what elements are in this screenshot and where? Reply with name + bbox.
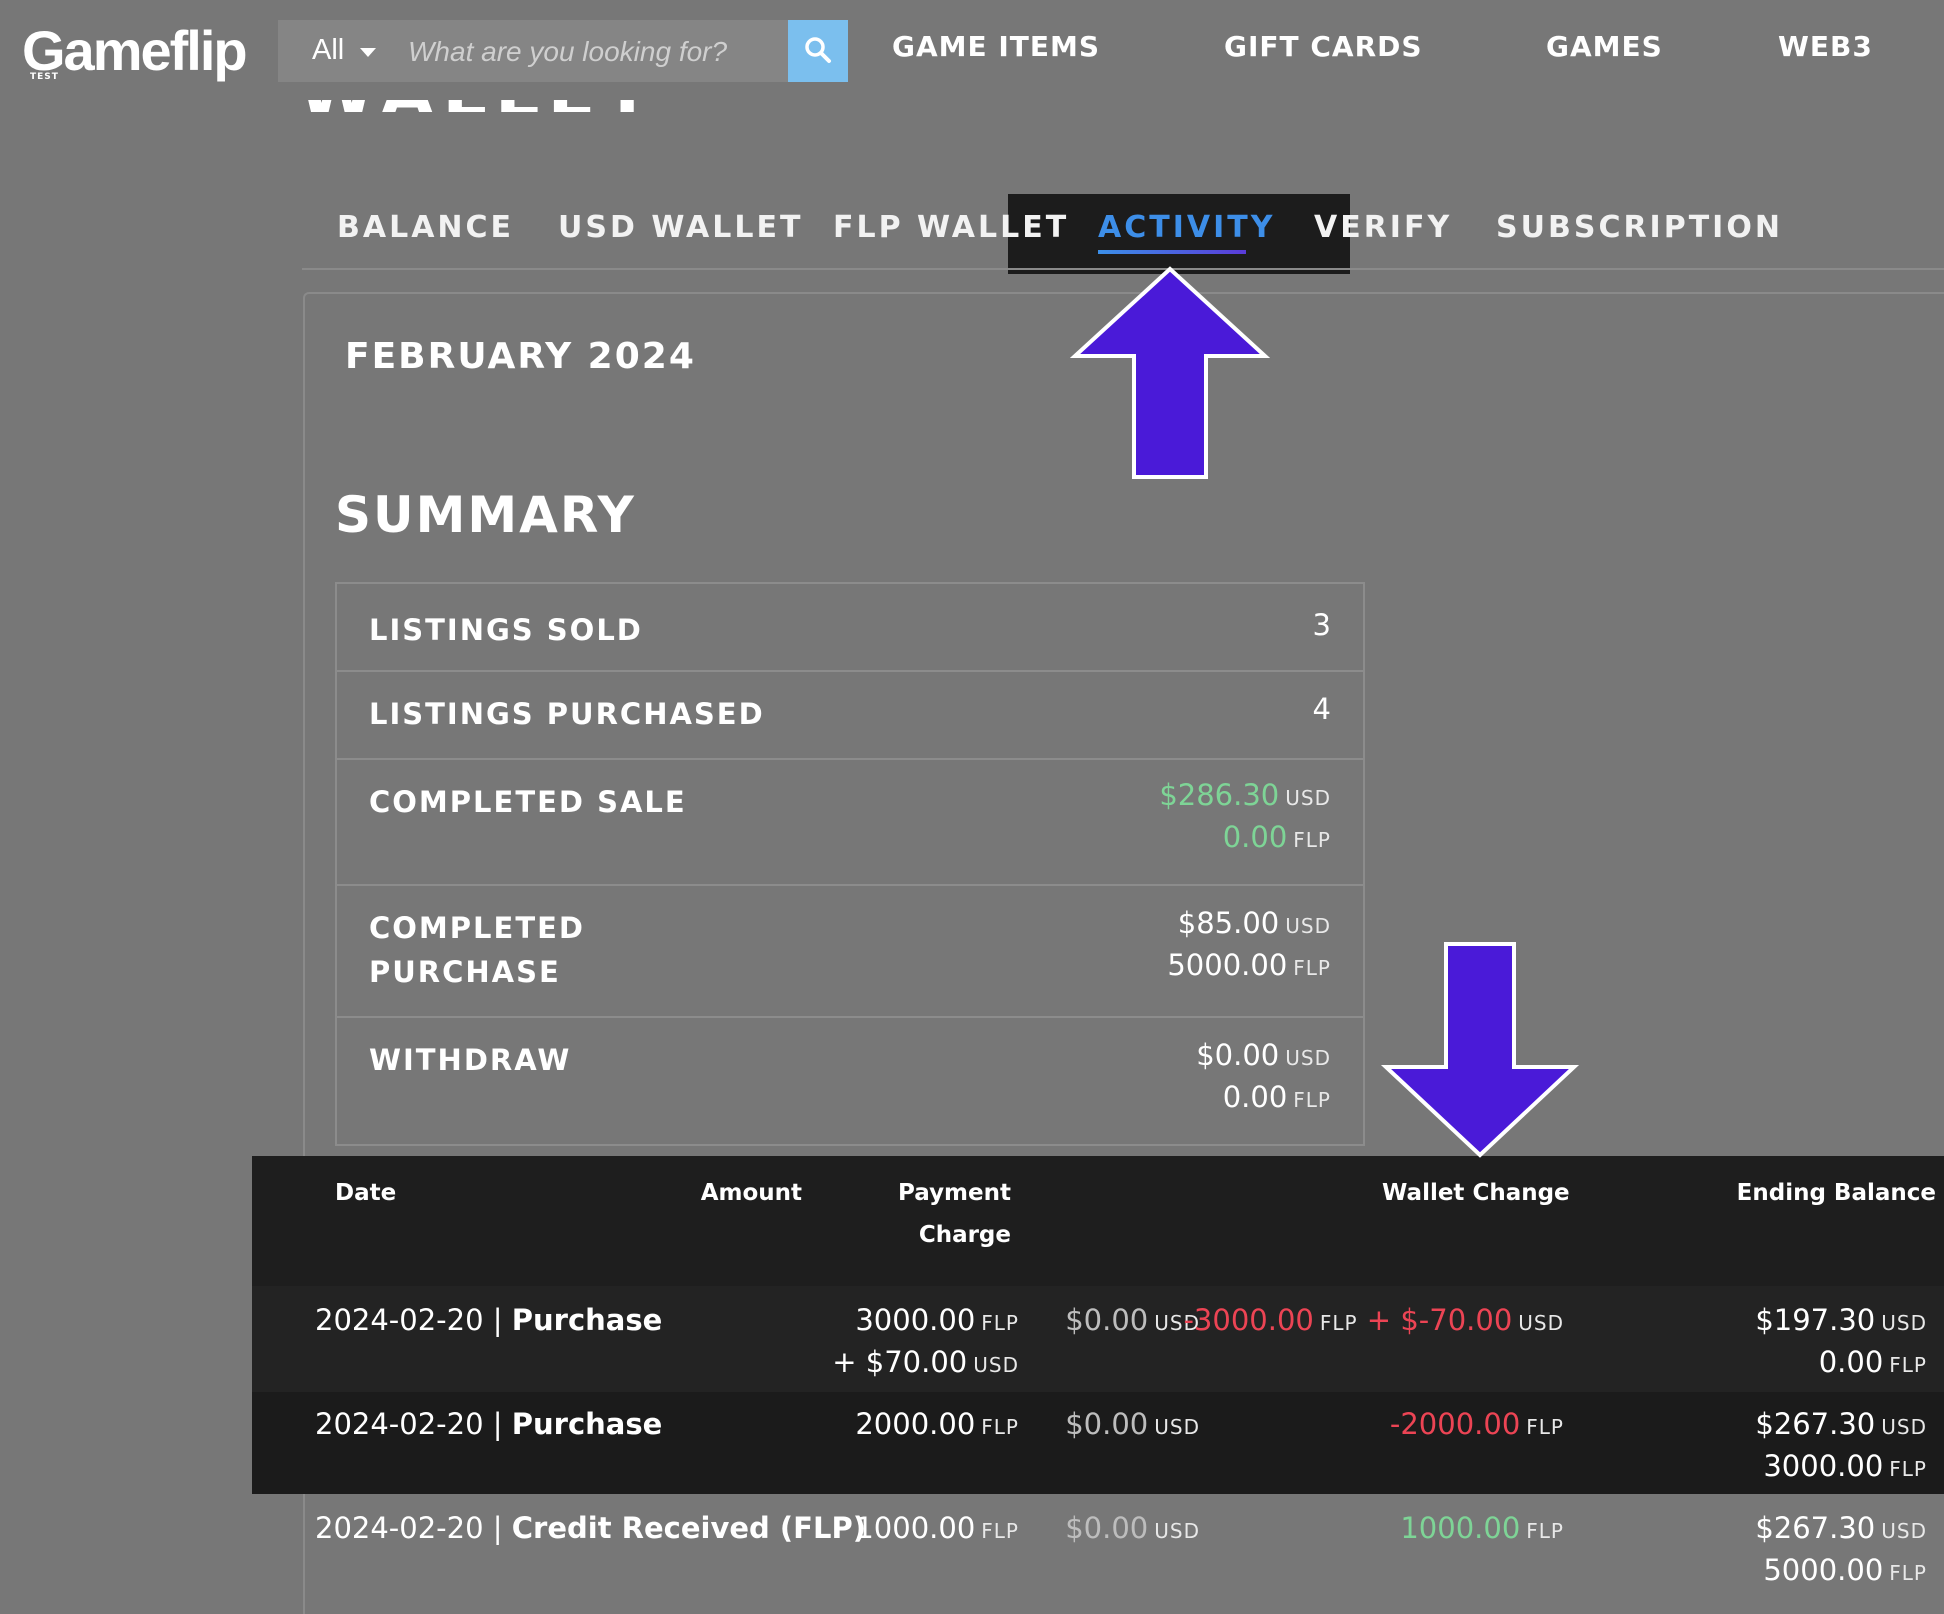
page-title: WALLET bbox=[298, 100, 658, 112]
search-category-select[interactable]: All bbox=[312, 34, 344, 67]
summary-label: COMPLETED SALE bbox=[369, 785, 687, 819]
row-end-flp: 5000.00 FLP bbox=[1763, 1553, 1927, 1587]
summary-row-listings-purchased: LISTINGS PURCHASED 4 bbox=[337, 672, 1363, 760]
active-tab-underline bbox=[1098, 250, 1246, 254]
down-arrow-icon bbox=[1380, 942, 1580, 1158]
row-payment: $0.00 USD bbox=[1065, 1303, 1200, 1337]
tab-subscription[interactable]: SUBSCRIPTION bbox=[1496, 210, 1783, 245]
summary-value-usd: $85.00 USD bbox=[1177, 906, 1331, 940]
summary-row-listings-sold: LISTINGS SOLD 3 bbox=[337, 584, 1363, 672]
row-amount-flp: 2000.00 FLP bbox=[855, 1407, 1019, 1441]
row-amount-flp: 3000.00 FLP bbox=[855, 1303, 1019, 1337]
row-wallet-change: -2000.00 FLP bbox=[1389, 1407, 1564, 1441]
summary-row-withdraw: WITHDRAW $0.00 USD 0.00 FLP bbox=[337, 1018, 1363, 1142]
search-input[interactable] bbox=[406, 30, 750, 74]
col-payment-charge: Payment bbox=[898, 1180, 1011, 1206]
logo-test-badge: TEST bbox=[30, 72, 59, 82]
tab-activity[interactable]: ACTIVITY bbox=[1098, 210, 1275, 245]
summary-value-flp: 5000.00 FLP bbox=[1167, 948, 1331, 982]
up-arrow-icon bbox=[1070, 266, 1270, 479]
col-wallet-change: Wallet Change bbox=[1382, 1180, 1570, 1206]
col-ending-balance: Ending Balance bbox=[1736, 1180, 1936, 1206]
row-date-type: 2024-02-20 | Credit Received (FLP) bbox=[315, 1511, 866, 1545]
tab-flp-wallet[interactable]: FLP WALLET bbox=[833, 210, 1069, 245]
chevron-down-icon[interactable] bbox=[360, 48, 376, 57]
tab-verify[interactable]: VERIFY bbox=[1314, 210, 1452, 245]
transaction-link[interactable]: Credit Received (FLP) bbox=[512, 1511, 866, 1545]
transaction-link[interactable]: Purchase bbox=[512, 1407, 663, 1441]
row-end-usd: $197.30 USD bbox=[1755, 1303, 1927, 1337]
search-button[interactable] bbox=[788, 20, 848, 82]
summary-label: LISTINGS SOLD bbox=[369, 613, 643, 647]
row-date-type: 2024-02-20 | Purchase bbox=[315, 1407, 663, 1441]
search-icon bbox=[805, 37, 831, 63]
nav-gift-cards[interactable]: GIFT CARDS bbox=[1224, 30, 1423, 63]
summary-label: WITHDRAW bbox=[369, 1043, 572, 1077]
col-date: Date bbox=[335, 1180, 397, 1206]
row-end-flp: 0.00 FLP bbox=[1818, 1345, 1927, 1379]
search-bar: All bbox=[278, 20, 848, 82]
col-amount: Amount bbox=[700, 1180, 802, 1206]
summary-row-completed-sale: COMPLETED SALE $286.30 USD 0.00 FLP bbox=[337, 760, 1363, 886]
row-payment: $0.00 USD bbox=[1065, 1511, 1200, 1545]
row-amount-flp: 1000.00 FLP bbox=[855, 1511, 1019, 1545]
top-header: Gameflip TEST All GAME ITEMS GIFT CARDS … bbox=[0, 0, 1944, 102]
nav-games[interactable]: GAMES bbox=[1546, 30, 1663, 63]
nav-game-items[interactable]: GAME ITEMS bbox=[892, 30, 1100, 63]
summary-label: COMPLETED bbox=[369, 911, 586, 945]
tab-balance[interactable]: BALANCE bbox=[337, 210, 514, 245]
tab-usd-wallet[interactable]: USD WALLET bbox=[558, 210, 803, 245]
row-wallet-change: -3000.00 FLP + $-70.00 USD bbox=[1183, 1303, 1564, 1337]
summary-label: LISTINGS PURCHASED bbox=[369, 697, 765, 731]
summary-value-usd: $286.30 USD bbox=[1159, 778, 1331, 812]
row-date-type: 2024-02-20 | Purchase bbox=[315, 1303, 663, 1337]
activity-table-header: Date Amount Payment Charge Wallet Change… bbox=[252, 1156, 1944, 1286]
col-payment-charge-2: Charge bbox=[918, 1222, 1011, 1248]
summary-value-flp: 0.00 FLP bbox=[1222, 820, 1331, 854]
row-amount-usd: + $70.00 USD bbox=[832, 1345, 1019, 1379]
row-payment: $0.00 USD bbox=[1065, 1407, 1200, 1441]
summary-value: 3 bbox=[1312, 608, 1331, 642]
nav-web3[interactable]: WEB3 bbox=[1778, 30, 1873, 63]
row-wallet-change: 1000.00 FLP bbox=[1400, 1511, 1564, 1545]
summary-value-usd: $0.00 USD bbox=[1196, 1038, 1331, 1072]
row-end-usd: $267.30 USD bbox=[1755, 1511, 1927, 1545]
month-heading: FEBRUARY 2024 bbox=[345, 336, 696, 377]
summary-table: LISTINGS SOLD 3 LISTINGS PURCHASED 4 COM… bbox=[335, 582, 1365, 1146]
summary-value: 4 bbox=[1312, 692, 1331, 726]
summary-title: SUMMARY bbox=[335, 486, 636, 544]
summary-label: PURCHASE bbox=[369, 955, 561, 989]
summary-value-flp: 0.00 FLP bbox=[1222, 1080, 1331, 1114]
summary-row-completed-purchase: COMPLETED PURCHASE $85.00 USD 5000.00 FLP bbox=[337, 886, 1363, 1018]
row-end-flp: 3000.00 FLP bbox=[1763, 1449, 1927, 1483]
transaction-link[interactable]: Purchase bbox=[512, 1303, 663, 1337]
row-end-usd: $267.30 USD bbox=[1755, 1407, 1927, 1441]
